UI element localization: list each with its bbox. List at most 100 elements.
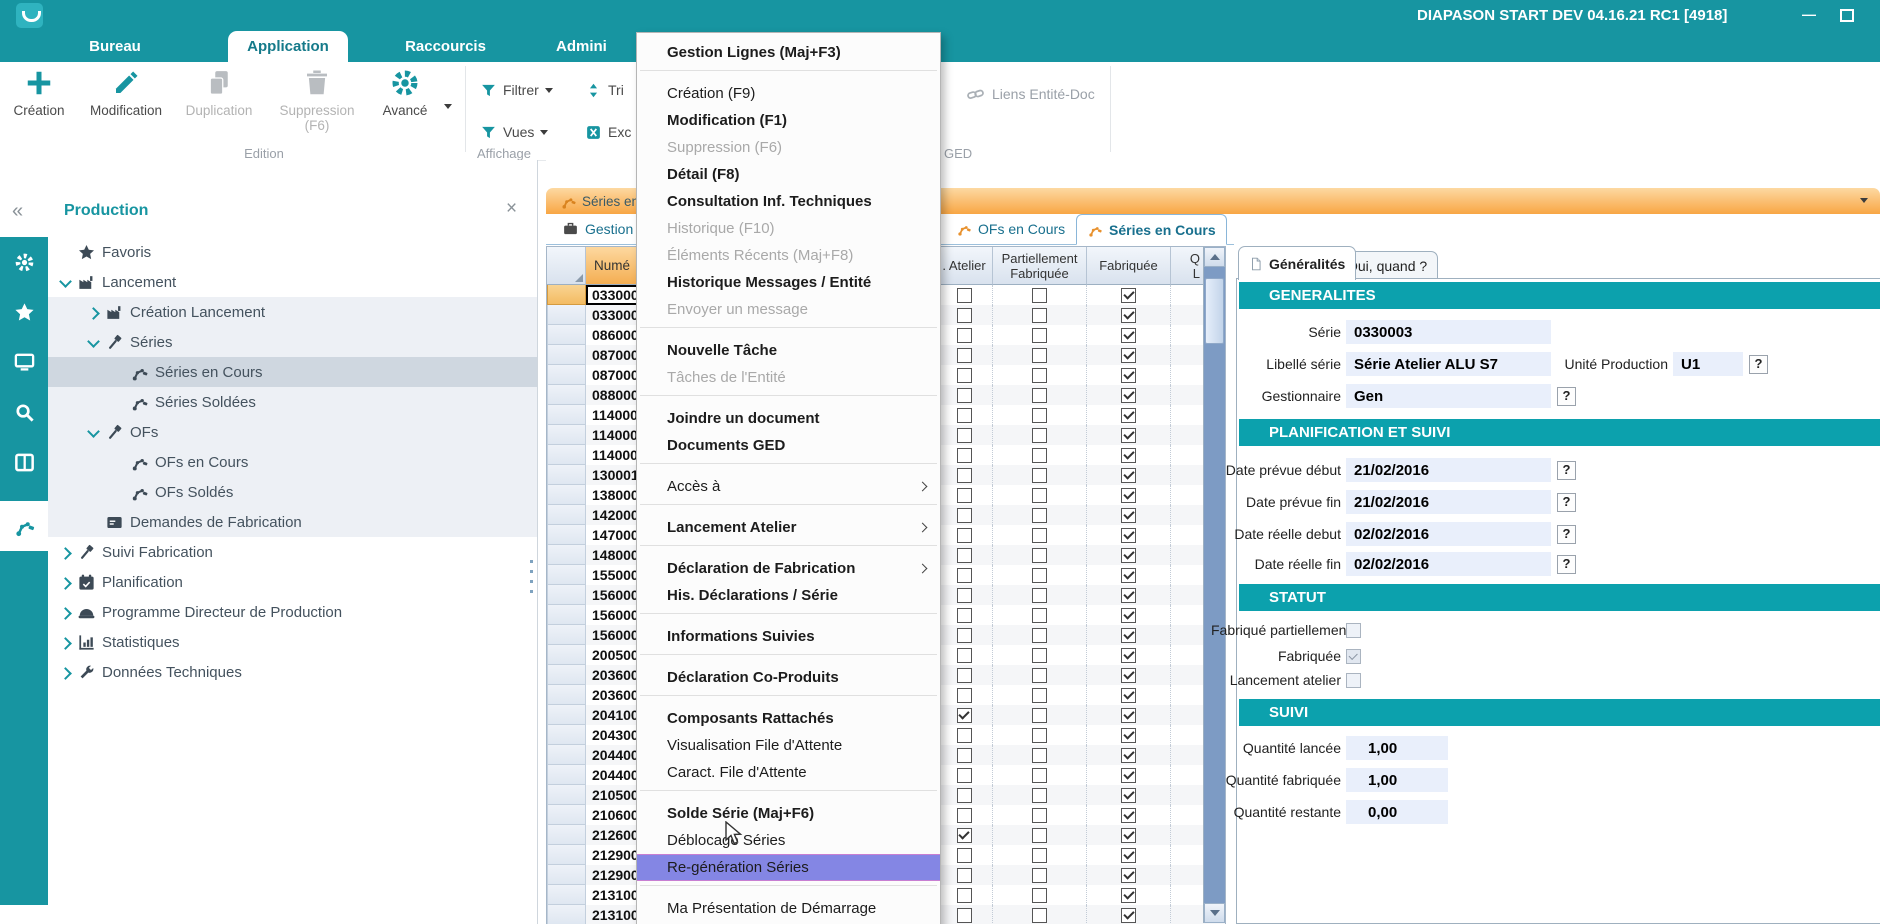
atelier-cell[interactable] [936, 885, 993, 905]
atelier-cell[interactable] [936, 445, 993, 465]
unite-help-button[interactable]: ? [1749, 355, 1768, 374]
atelier-cell[interactable] [936, 705, 993, 725]
context-menu-item[interactable]: Joindre un document [637, 405, 940, 432]
fabriquee-cell[interactable] [1087, 865, 1171, 885]
fabriquee-checkbox[interactable] [1121, 908, 1136, 923]
fabriquee-checkbox[interactable] [1121, 768, 1136, 783]
context-menu-item[interactable]: Déclaration de Fabrication [637, 555, 940, 582]
atelier-cell[interactable] [936, 665, 993, 685]
quantite-restante-field[interactable]: 0,00 [1346, 800, 1448, 824]
qte-column-header[interactable]: Q L [1171, 247, 1205, 285]
date-prevue-fin-field[interactable]: 21/02/2016 [1346, 490, 1551, 514]
fabriquee-checkbox[interactable] [1121, 708, 1136, 723]
atelier-cell[interactable] [936, 345, 993, 365]
context-menu-item[interactable] [637, 504, 940, 514]
fabriquee-checkbox[interactable] [1346, 649, 1361, 664]
fabriquee-checkbox[interactable] [1121, 688, 1136, 703]
fabriquee-column-header[interactable]: Fabriquée [1087, 247, 1171, 285]
atelier-cell[interactable] [936, 305, 993, 325]
fabriquee-checkbox[interactable] [1121, 808, 1136, 823]
fabriquee-cell[interactable] [1087, 765, 1171, 785]
tree-item[interactable]: OFs en Cours [48, 447, 537, 477]
partiellement-cell[interactable] [993, 725, 1087, 745]
panel-splitter[interactable] [530, 560, 533, 600]
serie-field[interactable]: 0330003 [1346, 320, 1551, 344]
partiellement-cell[interactable] [993, 865, 1087, 885]
fabriquee-cell[interactable] [1087, 525, 1171, 545]
atelier-checkbox[interactable] [957, 788, 972, 803]
row-selector-cell[interactable] [547, 705, 586, 725]
tree-item[interactable]: Données Techniques [48, 657, 537, 687]
date-reelle-debut-field[interactable]: 02/02/2016 [1346, 522, 1551, 546]
atelier-checkbox[interactable] [957, 548, 972, 563]
atelier-checkbox[interactable] [957, 848, 972, 863]
row-selector-cell[interactable] [547, 625, 586, 645]
fabriquee-cell[interactable] [1087, 505, 1171, 525]
date-help-button[interactable]: ? [1557, 525, 1576, 544]
atelier-cell[interactable] [936, 845, 993, 865]
context-menu-item[interactable]: Informations Suivies [637, 623, 940, 650]
context-menu-item[interactable]: Re-génération Séries [637, 854, 940, 881]
tree-item[interactable]: Création Lancement [48, 297, 537, 327]
avance-button[interactable]: Avancé [370, 68, 440, 118]
tree-item[interactable]: Séries [48, 327, 537, 357]
atelier-checkbox[interactable] [957, 508, 972, 523]
fabriquee-checkbox[interactable] [1121, 828, 1136, 843]
row-selector-cell[interactable] [547, 545, 586, 565]
fabriquee-checkbox[interactable] [1121, 748, 1136, 763]
partiellement-checkbox[interactable] [1032, 548, 1047, 563]
partiellement-cell[interactable] [993, 805, 1087, 825]
tree-chevron-icon[interactable] [57, 547, 75, 557]
context-menu-item[interactable] [637, 613, 940, 623]
partiellement-checkbox[interactable] [1032, 408, 1047, 423]
tree-item[interactable]: Favoris [48, 237, 537, 267]
atelier-cell[interactable] [936, 385, 993, 405]
fabrique-partiellement-checkbox[interactable] [1346, 623, 1361, 638]
row-selector-cell[interactable] [547, 845, 586, 865]
partiellement-checkbox[interactable] [1032, 428, 1047, 443]
rail-module-button[interactable] [0, 237, 48, 287]
gestionnaire-field[interactable]: Gen [1346, 384, 1551, 408]
ribbon-tab-bureau[interactable]: Bureau [60, 31, 170, 62]
fabriquee-cell[interactable] [1087, 365, 1171, 385]
context-menu-item[interactable]: Nouvelle Tâche [637, 337, 940, 364]
partiellement-checkbox[interactable] [1032, 888, 1047, 903]
duplication-button[interactable]: Duplication [176, 68, 262, 118]
fabriquee-checkbox[interactable] [1121, 668, 1136, 683]
partiellement-cell[interactable] [993, 605, 1087, 625]
partiellement-cell[interactable] [993, 845, 1087, 865]
row-selector-cell[interactable] [547, 805, 586, 825]
fabriquee-checkbox[interactable] [1121, 568, 1136, 583]
fabriquee-checkbox[interactable] [1121, 528, 1136, 543]
fabriquee-cell[interactable] [1087, 425, 1171, 445]
date-help-button[interactable]: ? [1557, 461, 1576, 480]
context-menu-item[interactable]: Visualisation File d'Attente [637, 732, 940, 759]
rail-module-button[interactable] [0, 437, 48, 487]
scroll-up-button[interactable] [1204, 247, 1225, 267]
context-menu-item[interactable] [637, 327, 940, 337]
fabriquee-cell[interactable] [1087, 585, 1171, 605]
row-selector-cell[interactable] [547, 825, 586, 845]
context-menu-item[interactable]: Documents GED [637, 432, 940, 459]
quantite-lancee-field[interactable]: 1,00 [1346, 736, 1448, 760]
fabriquee-checkbox[interactable] [1121, 388, 1136, 403]
context-menu-item[interactable]: Suppression (F6) [637, 134, 940, 161]
partiellement-cell[interactable] [993, 665, 1087, 685]
partiellement-checkbox[interactable] [1032, 748, 1047, 763]
atelier-cell[interactable] [936, 405, 993, 425]
fabriquee-cell[interactable] [1087, 385, 1171, 405]
scroll-down-button[interactable] [1204, 903, 1225, 923]
row-selector-cell[interactable] [547, 445, 586, 465]
rail-module-button[interactable] [0, 501, 48, 551]
atelier-checkbox[interactable] [957, 708, 972, 723]
fabriquee-cell[interactable] [1087, 745, 1171, 765]
atelier-cell[interactable] [936, 425, 993, 445]
tree-item[interactable]: Statistiques [48, 627, 537, 657]
atelier-cell[interactable] [936, 805, 993, 825]
fabriquee-checkbox[interactable] [1121, 788, 1136, 803]
partiellement-checkbox[interactable] [1032, 348, 1047, 363]
partiellement-cell[interactable] [993, 705, 1087, 725]
tree-item[interactable]: Programme Directeur de Production [48, 597, 537, 627]
rail-module-button[interactable] [0, 337, 48, 387]
atelier-checkbox[interactable] [957, 728, 972, 743]
